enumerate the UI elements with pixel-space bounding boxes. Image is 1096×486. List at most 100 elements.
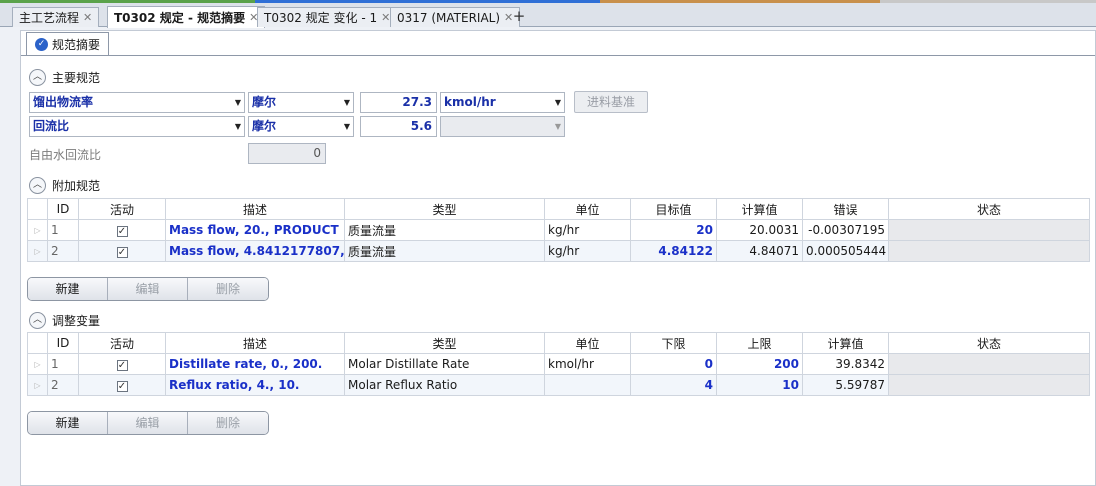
column-header[interactable]: 单位 xyxy=(544,332,631,354)
cell-description[interactable]: Mass flow, 4.8412177807, PROI xyxy=(165,240,345,262)
column-header[interactable]: 计算值 xyxy=(716,198,803,220)
cell-target[interactable]: 4.84122 xyxy=(630,240,717,262)
cell-unit: kg/hr xyxy=(544,240,631,262)
cell-error: -0.00307195 xyxy=(802,219,889,241)
active-checkbox[interactable]: ✓ xyxy=(116,360,128,371)
table-row[interactable]: ▷ 1 ✓ Mass flow, 20., PRODUCT 质量流量 kg/hr… xyxy=(27,219,1090,241)
column-header[interactable]: 类型 xyxy=(344,198,545,220)
cell-active: ✓ xyxy=(78,374,166,396)
cell-unit: kmol/hr xyxy=(544,353,631,375)
column-header[interactable]: 错误 xyxy=(802,198,889,220)
table-row[interactable]: ▷ 2 ✓ Mass flow, 4.8412177807, PROI 质量流量… xyxy=(27,240,1090,262)
chevron-down-icon: ▼ xyxy=(234,122,241,131)
cell-description[interactable]: Distillate rate, 0., 200. xyxy=(165,353,345,375)
column-header[interactable]: 活动 xyxy=(78,332,166,354)
section-main-spec: ︿ 主要规范 xyxy=(29,69,100,86)
cell-status xyxy=(888,240,1090,262)
cell-active: ✓ xyxy=(78,353,166,375)
chevron-down-icon: ▼ xyxy=(234,98,241,107)
active-checkbox[interactable]: ✓ xyxy=(116,381,128,392)
table-row[interactable]: ▷ 1 ✓ Distillate rate, 0., 200. Molar Di… xyxy=(27,353,1090,375)
edit-variable-button[interactable]: 编辑 xyxy=(108,412,188,434)
cell-upper[interactable]: 200 xyxy=(716,353,803,375)
collapse-icon[interactable]: ︿ xyxy=(29,69,46,86)
document-tab-bar: 主工艺流程 ✕ T0302 规定 - 规范摘要 ✕ T0302 规定 变化 - … xyxy=(0,3,1096,28)
subtab-divider xyxy=(21,55,1095,56)
cell-status xyxy=(888,219,1090,241)
column-header[interactable]: 描述 xyxy=(165,198,345,220)
cell-calculated: 5.59787 xyxy=(802,374,889,396)
column-header[interactable]: 下限 xyxy=(630,332,717,354)
feed-basis-button[interactable]: 进料基准 xyxy=(574,91,648,113)
tab-material-stream[interactable]: 0317 (MATERIAL) ✕ xyxy=(390,7,521,27)
column-header[interactable]: 活动 xyxy=(78,198,166,220)
add-tab-icon[interactable]: + xyxy=(512,8,526,24)
spec1-unit-select[interactable]: kmol/hr ▼ xyxy=(440,92,565,113)
cell-unit: kg/hr xyxy=(544,219,631,241)
edit-spec-button[interactable]: 编辑 xyxy=(108,278,188,300)
column-header[interactable]: 状态 xyxy=(888,198,1090,220)
cell-active: ✓ xyxy=(78,219,166,241)
active-checkbox[interactable]: ✓ xyxy=(116,226,128,237)
tab-spec-summary[interactable]: T0302 规定 - 规范摘要 ✕ xyxy=(107,6,266,28)
close-icon[interactable]: ✕ xyxy=(381,11,390,24)
row-header-corner xyxy=(27,198,48,220)
row-marker-icon[interactable]: ▷ xyxy=(27,353,48,375)
column-header[interactable]: 类型 xyxy=(344,332,545,354)
spec-summary-panel: ✓ 规范摘要 ︿ 主要规范 馏出物流率 ▼ 摩尔 ▼ 27.3 kmol/hr … xyxy=(20,30,1096,486)
row-marker-icon[interactable]: ▷ xyxy=(27,240,48,262)
additional-spec-table: ID 活动 描述 类型 单位 目标值 计算值 错误 状态 ▷ 1 ✓ Mass … xyxy=(27,198,1090,262)
cell-lower[interactable]: 4 xyxy=(630,374,717,396)
delete-variable-button[interactable]: 删除 xyxy=(188,412,268,434)
column-header[interactable]: 目标值 xyxy=(630,198,717,220)
cell-type: 质量流量 xyxy=(344,219,545,241)
collapse-icon[interactable]: ︿ xyxy=(29,177,46,194)
spec1-select[interactable]: 馏出物流率 ▼ xyxy=(29,92,245,113)
table-header-row: ID 活动 描述 类型 单位 下限 上限 计算值 状态 xyxy=(27,332,1090,354)
subtab-spec-summary[interactable]: ✓ 规范摘要 xyxy=(26,32,110,56)
close-icon[interactable]: ✕ xyxy=(83,11,92,24)
cell-calculated: 20.0031 xyxy=(716,219,803,241)
cell-upper[interactable]: 10 xyxy=(716,374,803,396)
column-header[interactable]: 状态 xyxy=(888,332,1090,354)
column-header[interactable]: 单位 xyxy=(544,198,631,220)
new-variable-button[interactable]: 新建 xyxy=(28,412,108,434)
row-marker-icon[interactable]: ▷ xyxy=(27,219,48,241)
adjust-variables-table: ID 活动 描述 类型 单位 下限 上限 计算值 状态 ▷ 1 ✓ Distil… xyxy=(27,332,1090,396)
spec2-select[interactable]: 回流比 ▼ xyxy=(29,116,245,137)
tab-main-flowsheet[interactable]: 主工艺流程 ✕ xyxy=(12,7,100,27)
spec1-value-input[interactable]: 27.3 xyxy=(360,92,437,113)
column-header[interactable]: 计算值 xyxy=(802,332,889,354)
table-row[interactable]: ▷ 2 ✓ Reflux ratio, 4., 10. Molar Reflux… xyxy=(27,374,1090,396)
cell-target[interactable]: 20 xyxy=(630,219,717,241)
spec2-value-input[interactable]: 5.6 xyxy=(360,116,437,137)
free-water-reflux-input: 0 xyxy=(248,143,326,164)
table-header-row: ID 活动 描述 类型 单位 目标值 计算值 错误 状态 xyxy=(27,198,1090,220)
cell-description[interactable]: Reflux ratio, 4., 10. xyxy=(165,374,345,396)
spec2-basis-select[interactable]: 摩尔 ▼ xyxy=(248,116,354,137)
active-checkbox[interactable]: ✓ xyxy=(116,247,128,258)
chevron-down-icon: ▼ xyxy=(554,98,561,107)
chevron-down-icon: ▼ xyxy=(343,122,350,131)
column-header[interactable]: ID xyxy=(47,332,79,354)
cell-lower[interactable]: 0 xyxy=(630,353,717,375)
spec1-value: 馏出物流率 xyxy=(33,95,94,109)
column-header[interactable]: ID xyxy=(47,198,79,220)
cell-id: 2 xyxy=(47,240,79,262)
check-circle-icon: ✓ xyxy=(35,37,48,51)
tab-spec-change[interactable]: T0302 规定 变化 - 1 ✕ xyxy=(257,7,398,27)
free-water-reflux-label: 自由水回流比 xyxy=(29,148,102,162)
row-marker-icon[interactable]: ▷ xyxy=(27,374,48,396)
delete-spec-button[interactable]: 删除 xyxy=(188,278,268,300)
collapse-icon[interactable]: ︿ xyxy=(29,312,46,329)
cell-description[interactable]: Mass flow, 20., PRODUCT xyxy=(165,219,345,241)
column-header[interactable]: 描述 xyxy=(165,332,345,354)
tab-label: 0317 (MATERIAL) xyxy=(397,10,501,25)
new-spec-button[interactable]: 新建 xyxy=(28,278,108,300)
spec1-basis-select[interactable]: 摩尔 ▼ xyxy=(248,92,354,113)
column-header[interactable]: 上限 xyxy=(716,332,803,354)
section-adjust-variables: ︿ 调整变量 xyxy=(29,312,100,329)
cell-calculated: 4.84071 xyxy=(716,240,803,262)
subtab-label: 规范摘要 xyxy=(52,37,101,52)
chevron-down-icon: ▼ xyxy=(343,98,350,107)
